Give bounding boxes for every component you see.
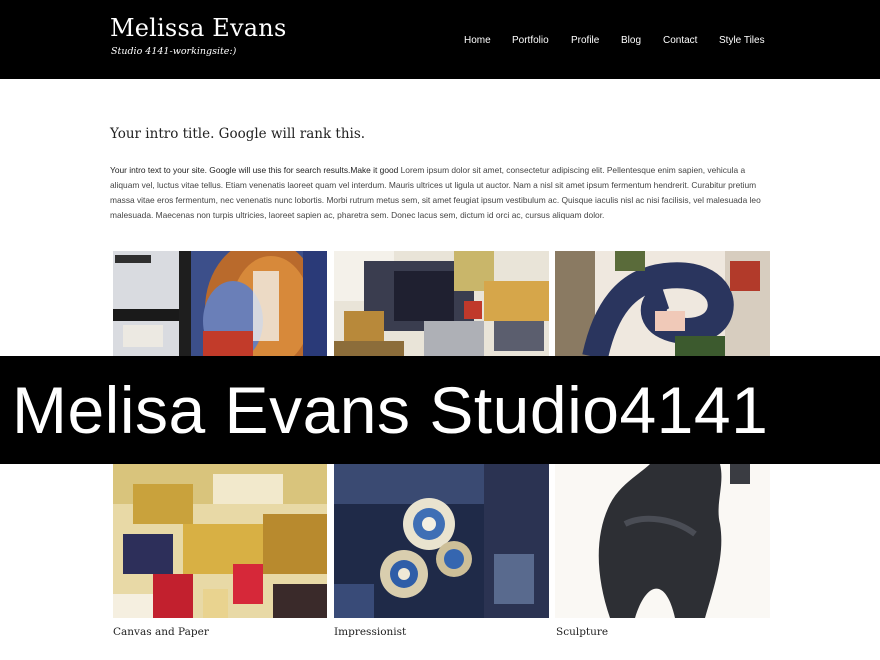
caption-canvas-and-paper[interactable]: Canvas and Paper [113,626,209,638]
caption-sculpture[interactable]: Sculpture [556,626,608,638]
gallery-image-canvas-and-paper-2[interactable] [113,464,327,618]
nav-style-tiles-link[interactable]: Style Tiles [719,35,765,46]
caption-impressionist[interactable]: Impressionist [334,626,406,638]
nav-profile-link[interactable]: Profile [571,35,599,46]
site-tagline: Studio 4141-workingsite:) [111,46,237,57]
gallery-image-sculpture-2[interactable] [555,464,770,618]
overlay-banner-text: Melisa Evans Studio4141 [12,373,769,447]
nav-home-link[interactable]: Home [464,35,491,46]
intro-title: Your intro title. Google will rank this. [110,126,366,142]
nav-portfolio-link[interactable]: Portfolio [512,35,549,46]
gallery-image-canvas-and-paper-1[interactable] [113,251,327,357]
gallery-image-impressionist-1[interactable] [334,251,549,357]
gallery-image-impressionist-2[interactable] [334,464,549,618]
nav-blog-link[interactable]: Blog [621,35,641,46]
overlay-banner: Melisa Evans Studio4141 [0,356,880,464]
nav-contact-link[interactable]: Contact [663,35,697,46]
gallery-image-sculpture-1[interactable] [555,251,770,357]
intro-text: Your intro text to your site. Google wil… [110,163,772,223]
intro-lead: Your intro text to your site. Google wil… [110,165,399,175]
site-header: Melissa Evans Studio 4141-workingsite:) … [0,0,880,79]
site-title[interactable]: Melissa Evans [110,14,286,42]
